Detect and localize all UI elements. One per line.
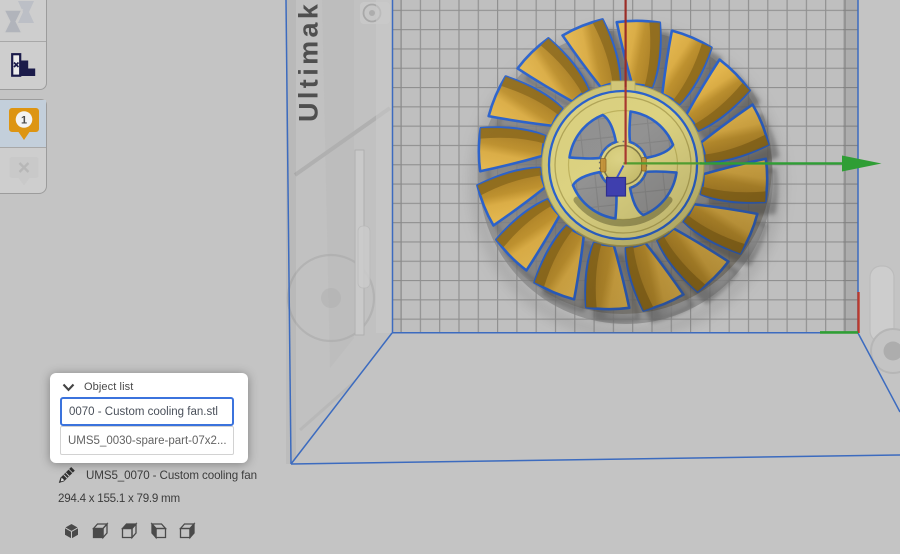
override-count-badge: 1 [20, 114, 26, 126]
object-list-panel: Object list 0070 - Custom cooling fan.st… [50, 373, 248, 463]
mirror-icon [2, 0, 46, 36]
per-model-settings-button[interactable] [0, 41, 46, 88]
cura-viewport: Ultimaker [0, 0, 900, 554]
mirror-tool-button[interactable] [0, 0, 46, 41]
object-list-item-selected[interactable]: 0070 - Custom cooling fan.stl [60, 397, 234, 426]
move-gizmo-center[interactable] [607, 178, 626, 197]
per-model-settings-icon [11, 53, 37, 78]
chevron-down-icon [62, 383, 75, 392]
view-left-icon[interactable] [150, 522, 167, 540]
support-blocker-button[interactable] [0, 147, 46, 194]
edit-pencil-icon[interactable] [57, 466, 76, 485]
object-list-item[interactable]: UMS5_0030-spare-part-07x2... [60, 426, 234, 455]
camera-view-toolbar [63, 522, 208, 540]
view-right-icon[interactable] [179, 522, 196, 540]
support-blocker-icon [9, 156, 39, 186]
buildplate-front [291, 333, 900, 464]
overrides-marker-icon: 1 [8, 107, 40, 141]
toolbar-group-top [0, 0, 47, 90]
object-list-title: Object list [84, 381, 133, 393]
selected-model-dimensions: 294.4 x 155.1 x 79.9 mm [58, 492, 180, 505]
overrides-marker-button[interactable]: 1 [0, 100, 46, 147]
view-top-icon[interactable] [121, 522, 138, 540]
toolbar-group-bottom: 1 [0, 99, 47, 194]
view-front-icon[interactable] [92, 522, 109, 540]
view-3d-icon[interactable] [63, 522, 80, 540]
object-list-header[interactable]: Object list [50, 373, 248, 399]
printer-brand-label: Ultimaker [294, 0, 324, 122]
selected-model-name: UMS5_0070 - Custom cooling fan [86, 469, 257, 482]
